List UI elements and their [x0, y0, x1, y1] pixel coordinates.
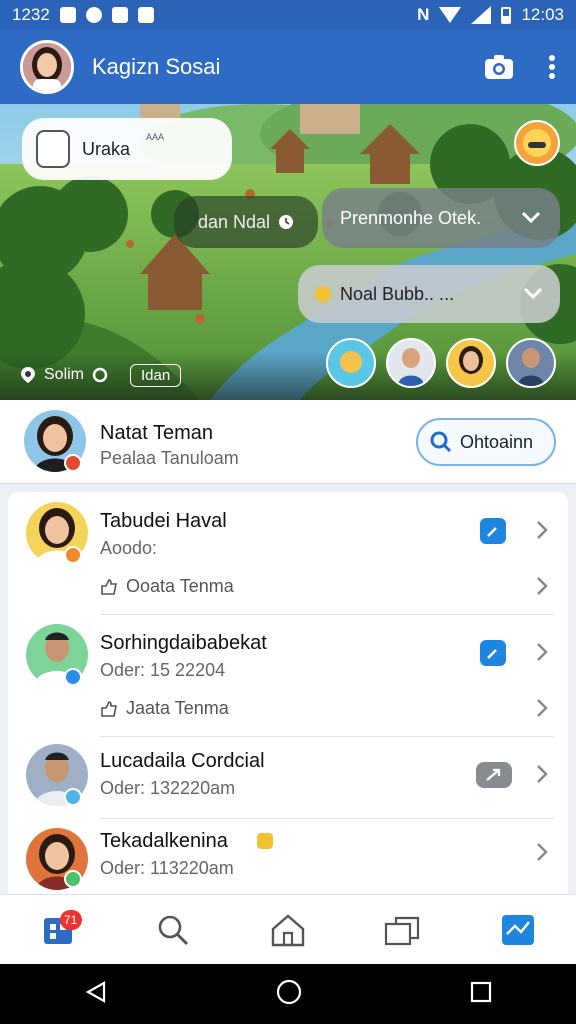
activity-icon [502, 915, 535, 945]
chevron-right-icon[interactable] [536, 764, 548, 789]
top-right-avatar[interactable] [514, 120, 560, 166]
system-navigation-bar [0, 964, 576, 1024]
home-button-icon[interactable] [276, 979, 302, 1010]
nav-activity[interactable] [488, 900, 548, 960]
status-bar: 1232 N 12:03 [0, 0, 576, 30]
camera-icon[interactable] [484, 54, 514, 80]
list-item[interactable]: Tekadalkenina Oder: 113220am [8, 818, 568, 894]
like-icon [101, 578, 117, 595]
recents-icon[interactable] [470, 981, 492, 1008]
emoji-icon [257, 833, 273, 849]
nav-home[interactable]: 71 [28, 900, 88, 960]
conversation-detail: Oder: 15 22204 [100, 660, 226, 680]
chevron-right-icon[interactable] [536, 842, 548, 867]
bubble-1-small-text: AAA [146, 132, 165, 142]
nav-house[interactable] [258, 900, 318, 960]
hero-scene: Uraka AAA dan Ndal Prenmonhe Otek. Noal … [0, 104, 576, 400]
like-icon [101, 700, 117, 717]
notification-icon [59, 7, 76, 23]
sub-item[interactable]: Jaata Tenma [100, 698, 229, 719]
sub-item-label: Ooata Tenma [126, 576, 234, 596]
signal-icon [471, 6, 492, 24]
conversation-detail: Aoodo: [100, 538, 158, 558]
status-time-left: 1232 [12, 5, 50, 24]
status-time-right: 12:03 [521, 5, 564, 24]
bubble-2-text: dan Ndal [197, 211, 271, 232]
bubble-3-text: Prenmonhe Otek. [340, 207, 482, 228]
bottom-navigation: 71 [0, 894, 576, 965]
nav-files[interactable] [373, 900, 433, 960]
more-options-icon[interactable] [548, 54, 556, 80]
search-icon [430, 431, 452, 453]
list-item[interactable]: Tabudei Haval Aoodo: Ooata Tenma [8, 492, 568, 614]
conversation-name: Tekadalkenina [100, 830, 228, 852]
app-title: Kagizn Sosai [92, 54, 221, 79]
chat-icon [137, 7, 154, 23]
sync-icon [92, 367, 108, 383]
nav-search[interactable] [143, 900, 203, 960]
chat-bubble-prenmonhe[interactable]: Prenmonhe Otek. [322, 188, 560, 248]
chevron-right-icon[interactable] [536, 698, 548, 723]
wifi-icon [439, 7, 462, 23]
chat-bubble-dan[interactable]: dan Ndal [174, 196, 318, 248]
status-dot [64, 454, 82, 472]
edit-icon[interactable] [480, 640, 506, 666]
status-dot [64, 870, 82, 888]
conversation-name: Lucadaila Cordcial [100, 750, 265, 772]
conversation-name: Sorhingdaibabekat [100, 632, 267, 654]
chevron-down-icon[interactable] [522, 284, 544, 305]
chevron-right-icon[interactable] [536, 576, 548, 601]
status-dot [64, 788, 82, 806]
contacts-sheet: Natat Teman Pealaa Tanuloam Ohtoainn Tab… [0, 400, 576, 894]
clock-icon [279, 215, 294, 229]
search-icon [158, 915, 188, 946]
chat-bubble-noal[interactable]: Noal Bubb.. ... [298, 265, 560, 323]
list-item[interactable]: Sorhingdaibabekat Oder: 15 22204 Jaata T… [8, 614, 568, 736]
status-dot [64, 546, 82, 564]
story-avatar-3[interactable] [446, 338, 496, 388]
chevron-right-icon[interactable] [536, 520, 548, 545]
folders-icon [385, 916, 420, 946]
conversation-detail: Oder: 113220am [100, 858, 234, 878]
chevron-right-icon[interactable] [536, 642, 548, 667]
app-bar: Kagizn Sosai [0, 30, 576, 104]
conversation-detail: Oder: 132220am [100, 778, 236, 798]
search-button[interactable]: Ohtoainn [416, 418, 556, 466]
location-pin-icon [21, 367, 35, 383]
story-avatar-1[interactable] [326, 338, 376, 388]
search-button-label: Ohtoainn [460, 431, 534, 452]
story-avatar-4[interactable] [506, 338, 556, 388]
emoji-icon [315, 286, 331, 302]
hero-chip[interactable]: Idan [130, 364, 182, 387]
contact-name: Natat Teman [100, 422, 214, 444]
chevron-down-icon[interactable] [520, 208, 542, 229]
bubble-1-text: Uraka [82, 138, 131, 159]
contact-subtitle: Pealaa Tanuloam [100, 448, 239, 468]
status-dot [64, 668, 82, 686]
list-item[interactable]: Lucadaila Cordcial Oder: 132220am [8, 736, 568, 818]
battery-icon [501, 6, 512, 24]
edit-icon[interactable] [480, 518, 506, 544]
conversation-name: Tabudei Haval [100, 510, 227, 532]
notification-badge: 71 [59, 910, 82, 930]
messenger-icon [85, 7, 102, 23]
back-icon[interactable] [84, 980, 108, 1009]
nfc-icon: N [417, 5, 430, 24]
profile-avatar[interactable] [20, 40, 74, 94]
sticker-icon [36, 130, 70, 168]
sub-item[interactable]: Ooata Tenma [100, 576, 234, 597]
sub-item-label: Jaata Tenma [126, 698, 229, 718]
home-icon [271, 914, 305, 947]
story-avatar-2[interactable] [386, 338, 436, 388]
location-label: Solim [44, 366, 85, 383]
forward-icon[interactable] [476, 762, 512, 788]
featured-contact-card[interactable]: Natat Teman Pealaa Tanuloam Ohtoainn [0, 400, 576, 484]
location-tag[interactable]: Solim [20, 366, 108, 384]
bubble-4-text: Noal Bubb.. ... [340, 283, 455, 304]
lock-icon [111, 7, 128, 23]
conversation-list: Tabudei Haval Aoodo: Ooata Tenma Sorhing… [8, 492, 568, 894]
chat-bubble-uraka[interactable]: Uraka [22, 118, 232, 180]
